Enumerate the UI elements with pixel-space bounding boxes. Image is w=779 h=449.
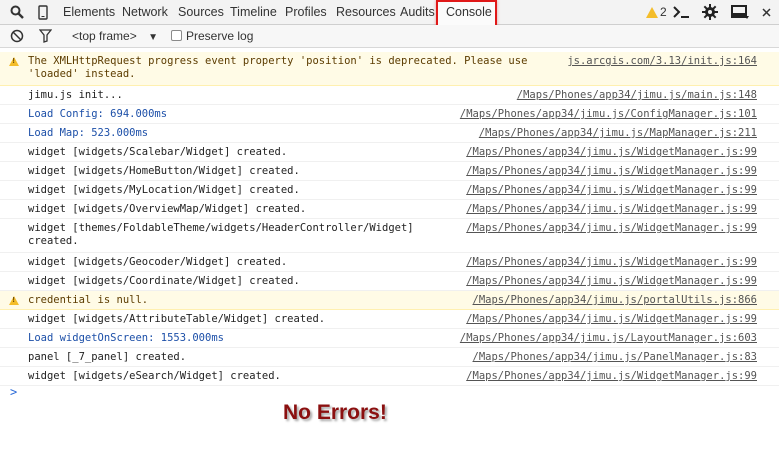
- console-message: widget [widgets/MyLocation/Widget] creat…: [0, 181, 779, 200]
- message-text: The XMLHttpRequest progress event proper…: [28, 55, 528, 80]
- message-source-link[interactable]: /Maps/Phones/app34/jimu.js/WidgetManager…: [466, 370, 757, 383]
- message-source-link[interactable]: /Maps/Phones/app34/jimu.js/WidgetManager…: [466, 146, 757, 159]
- device-mode-icon[interactable]: [37, 4, 49, 20]
- message-source-link[interactable]: js.arcgis.com/3.13/init.js:164: [567, 55, 757, 68]
- tab-console[interactable]: Console: [436, 0, 497, 28]
- console-prompt[interactable]: >: [10, 385, 17, 399]
- message-text: jimu.js init...: [28, 89, 123, 101]
- message-source-link[interactable]: /Maps/Phones/app34/jimu.js/WidgetManager…: [466, 275, 757, 288]
- tab-sources[interactable]: Sources: [178, 5, 224, 19]
- console-message: widget [themes/FoldableTheme/widgets/Hea…: [0, 219, 779, 253]
- console-message: widget [widgets/OverviewMap/Widget] crea…: [0, 200, 779, 219]
- no-errors-annotation: No Errors!: [283, 401, 387, 424]
- message-source-link[interactable]: /Maps/Phones/app34/jimu.js/PanelManager.…: [473, 351, 757, 364]
- console-message: jimu.js init... /Maps/Phones/app34/jimu.j…: [0, 86, 779, 105]
- tab-audits[interactable]: Audits: [400, 5, 435, 19]
- tab-resources[interactable]: Resources: [336, 5, 396, 19]
- console-message: Load Map: 523.000ms/Maps/Phones/app34/ji…: [0, 124, 779, 143]
- message-text: Load widgetOnScreen: 1553.000ms: [28, 332, 224, 344]
- preserve-log-checkbox[interactable]: [171, 30, 182, 41]
- warning-icon: [9, 296, 19, 305]
- console-message: widget [widgets/Coordinate/Widget] creat…: [0, 272, 779, 291]
- message-text: widget [widgets/Coordinate/Widget] creat…: [28, 275, 300, 287]
- message-text: credential is null.: [28, 294, 149, 306]
- frame-select[interactable]: <top frame> ▼: [72, 29, 158, 43]
- console-message: widget [widgets/eSearch/Widget] created.…: [0, 367, 779, 386]
- filter-funnel-icon[interactable]: [38, 29, 53, 46]
- message-text: widget [widgets/HomeButton/Widget] creat…: [28, 165, 300, 177]
- close-icon[interactable]: [760, 4, 772, 20]
- settings-gear-icon[interactable]: [702, 4, 718, 20]
- tab-network[interactable]: Network: [122, 5, 168, 19]
- message-text: widget [widgets/Scalebar/Widget] created…: [28, 146, 288, 158]
- devtools-toolbar: Elements Network Sources Timeline Profil…: [0, 0, 779, 28]
- message-text: widget [widgets/MyLocation/Widget] creat…: [28, 184, 300, 196]
- clear-console-icon[interactable]: [10, 29, 24, 46]
- warning-count: 2: [660, 5, 667, 19]
- message-source-link[interactable]: /Maps/Phones/app34/jimu.js/WidgetManager…: [466, 256, 757, 269]
- message-text: panel [_7_panel] created.: [28, 351, 187, 363]
- drawer-console-icon[interactable]: [672, 4, 690, 20]
- console-message: panel [_7_panel] created. /Maps/Phones/ap…: [0, 348, 779, 367]
- message-text: Load Map: 523.000ms: [28, 127, 149, 139]
- message-source-link[interactable]: /Maps/Phones/app34/jimu.js/ConfigManager…: [460, 108, 757, 121]
- dock-side-icon[interactable]: [731, 4, 749, 20]
- console-message: Load widgetOnScreen: 1553.000ms/Maps/Pho…: [0, 329, 779, 348]
- console-message: widget [widgets/HomeButton/Widget] creat…: [0, 162, 779, 181]
- message-source-link[interactable]: /Maps/Phones/app34/jimu.js/WidgetManager…: [466, 203, 757, 216]
- message-source-link[interactable]: /Maps/Phones/app34/jimu.js/LayoutManager…: [460, 332, 757, 345]
- message-text: widget [themes/FoldableTheme/widgets/Hea…: [28, 222, 414, 247]
- warning-counter[interactable]: 2: [646, 5, 667, 19]
- preserve-log-option[interactable]: Preserve log: [171, 29, 253, 43]
- console-message: credential is null. /Maps/Phones/app34/ji…: [0, 291, 779, 310]
- console-message: Load Config: 694.000ms/Maps/Phones/app34…: [0, 105, 779, 124]
- console-message: widget [widgets/AttributeTable/Widget] c…: [0, 310, 779, 329]
- message-source-link[interactable]: /Maps/Phones/app34/jimu.js/main.js:148: [517, 89, 757, 102]
- console-message: widget [widgets/Geocoder/Widget] created…: [0, 253, 779, 272]
- message-text: widget [widgets/Geocoder/Widget] created…: [28, 256, 288, 268]
- message-source-link[interactable]: /Maps/Phones/app34/jimu.js/WidgetManager…: [466, 222, 757, 235]
- search-icon[interactable]: [9, 4, 25, 20]
- message-text: widget [widgets/AttributeTable/Widget] c…: [28, 313, 326, 325]
- console-message: widget [widgets/Scalebar/Widget] created…: [0, 143, 779, 162]
- tab-console-label: Console: [446, 5, 492, 19]
- tab-elements[interactable]: Elements: [63, 5, 115, 19]
- message-source-link[interactable]: /Maps/Phones/app34/jimu.js/MapManager.js…: [479, 127, 757, 140]
- preserve-log-label: Preserve log: [186, 29, 254, 43]
- message-source-link[interactable]: /Maps/Phones/app34/jimu.js/WidgetManager…: [466, 313, 757, 326]
- tab-timeline[interactable]: Timeline: [230, 5, 277, 19]
- message-text: widget [widgets/OverviewMap/Widget] crea…: [28, 203, 307, 215]
- message-source-link[interactable]: /Maps/Phones/app34/jimu.js/WidgetManager…: [466, 184, 757, 197]
- message-text: widget [widgets/eSearch/Widget] created.: [28, 370, 281, 382]
- warning-icon: [9, 57, 19, 66]
- message-source-link[interactable]: /Maps/Phones/app34/jimu.js/WidgetManager…: [466, 165, 757, 178]
- frame-select-value: <top frame>: [72, 29, 137, 43]
- warning-icon: [646, 6, 658, 18]
- console-message: The XMLHttpRequest progress event proper…: [0, 52, 779, 86]
- dropdown-arrow-icon: ▼: [148, 32, 158, 43]
- message-source-link[interactable]: /Maps/Phones/app34/jimu.js/portalUtils.j…: [473, 294, 757, 307]
- console-filter-bar: <top frame> ▼ Preserve log: [0, 25, 779, 48]
- message-text: Load Config: 694.000ms: [28, 108, 168, 120]
- tab-profiles[interactable]: Profiles: [285, 5, 327, 19]
